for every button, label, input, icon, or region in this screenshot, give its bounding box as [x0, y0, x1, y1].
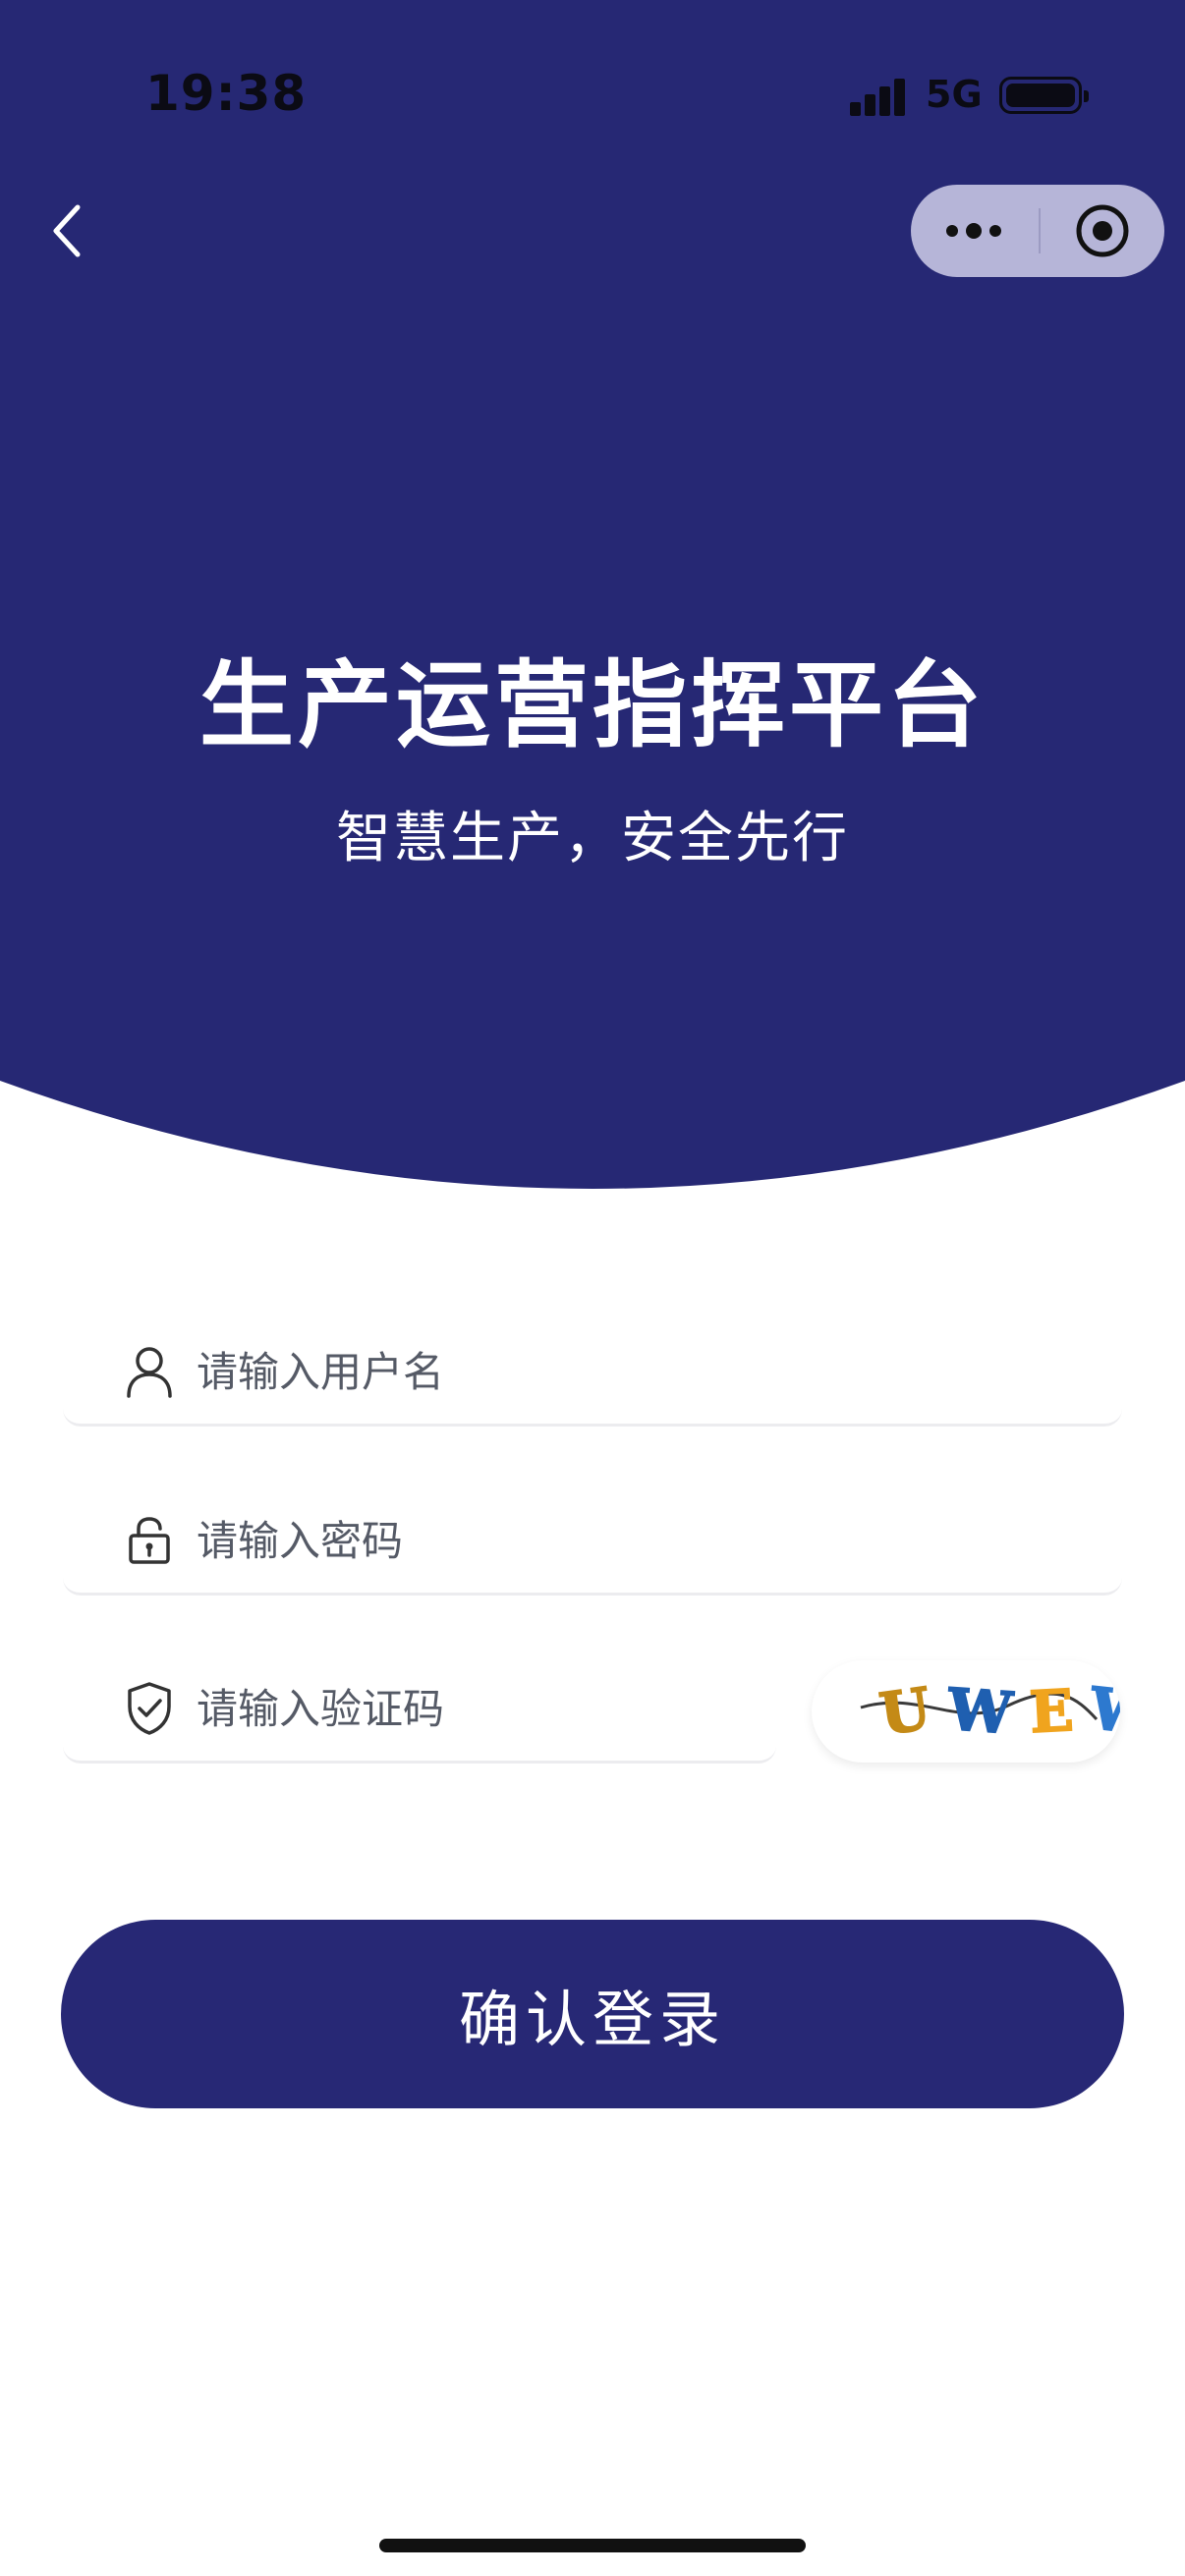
battery-icon: [999, 77, 1089, 114]
captcha-char: E: [1027, 1676, 1076, 1747]
captcha-char: U: [875, 1674, 936, 1749]
captcha-input[interactable]: [197, 1671, 727, 1746]
chevron-left-icon: [53, 204, 81, 257]
status-time: 19:38: [145, 65, 308, 122]
username-input[interactable]: [197, 1334, 786, 1409]
home-indicator: [379, 2539, 806, 2552]
app-title: 生产运营指挥平台: [199, 650, 986, 760]
more-button[interactable]: [911, 185, 1037, 277]
user-icon: [124, 1344, 175, 1399]
target-circle-icon: [1076, 204, 1129, 257]
close-button[interactable]: [1041, 185, 1164, 277]
signal-icon: [850, 77, 909, 116]
captcha-chars: U W E W: [875, 1674, 1120, 1749]
miniprogram-capsule: [911, 185, 1164, 277]
back-button[interactable]: [39, 196, 94, 265]
login-button[interactable]: 确认登录: [61, 1920, 1124, 2108]
status-bar: 19:38 5G: [0, 0, 1185, 187]
shield-check-icon: [124, 1681, 175, 1736]
ellipsis-icon: [946, 223, 1001, 239]
captcha-image[interactable]: U W E W: [812, 1660, 1120, 1763]
lock-icon: [124, 1513, 175, 1568]
captcha-char: W: [1087, 1674, 1120, 1749]
captcha-field: [63, 1653, 776, 1764]
username-field: [63, 1316, 1122, 1427]
captcha-char: W: [944, 1675, 1015, 1748]
app-slogan: 智慧生产，安全先行: [336, 807, 849, 870]
password-input[interactable]: [197, 1503, 786, 1578]
network-type: 5G: [926, 73, 983, 116]
password-field: [63, 1485, 1122, 1596]
